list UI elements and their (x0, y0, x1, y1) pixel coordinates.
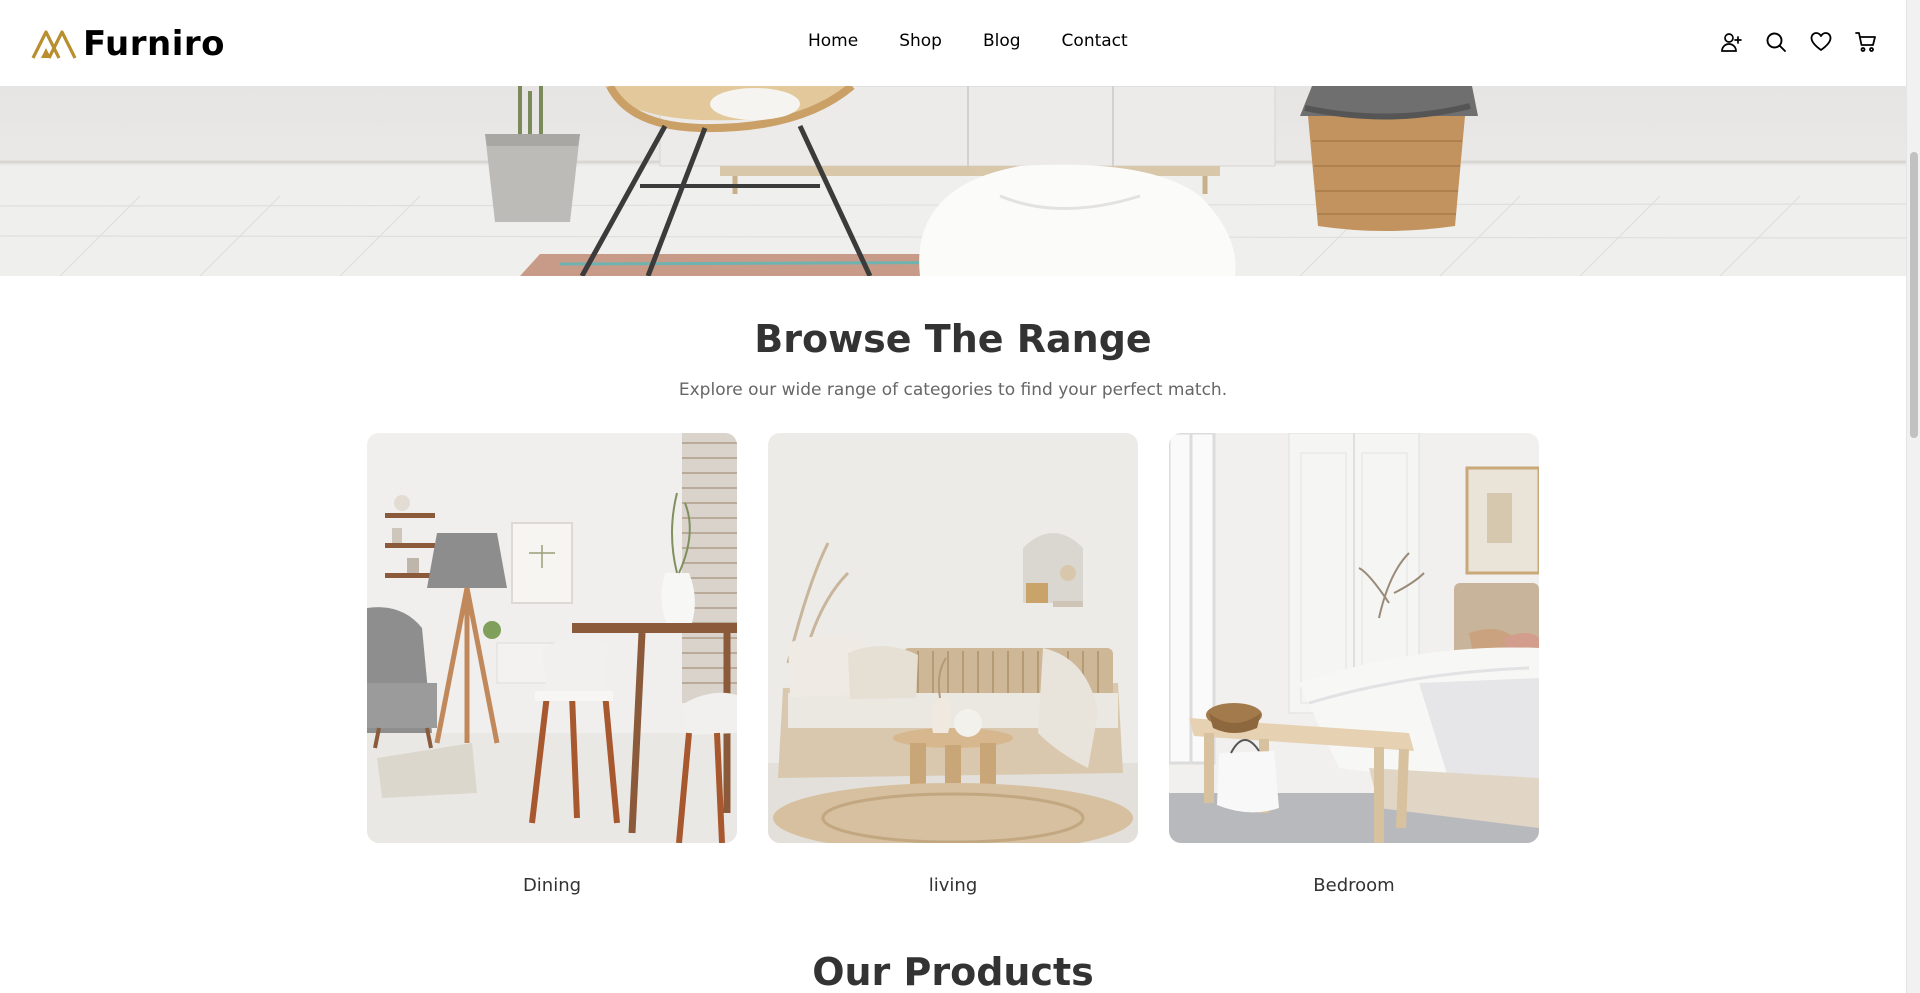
living-image (768, 433, 1138, 843)
page-scrollbar[interactable] (1906, 0, 1920, 993)
heart-icon[interactable] (1808, 29, 1833, 54)
main-nav: Home Shop Blog Contact (808, 31, 1128, 51)
user-plus-icon[interactable] (1718, 29, 1743, 54)
logo-text: Furniro (83, 24, 225, 64)
category-label-bedroom: Bedroom (1313, 875, 1395, 896)
category-label-living: living (928, 875, 978, 896)
category-cards: Dining living Bedroom (367, 433, 1539, 896)
hero-illustration (0, 86, 1906, 276)
cart-icon[interactable] (1853, 29, 1878, 54)
hero-image (0, 86, 1906, 276)
logo[interactable]: Furniro (31, 24, 225, 64)
header-icons (1718, 29, 1878, 54)
dining-image (367, 433, 737, 843)
category-label-dining: Dining (522, 875, 582, 896)
category-card-dining[interactable]: Dining (367, 433, 737, 896)
scrollbar-thumb[interactable] (1910, 152, 1918, 438)
browse-range-subtitle: Explore our wide range of categories to … (678, 380, 1228, 400)
category-card-living[interactable]: living (768, 433, 1138, 896)
nav-contact[interactable]: Contact (1062, 31, 1128, 51)
site-header: Furniro Home Shop Blog Contact (0, 0, 1906, 86)
nav-home[interactable]: Home (808, 31, 858, 51)
category-card-bedroom[interactable]: Bedroom (1169, 433, 1539, 896)
nav-shop[interactable]: Shop (899, 31, 942, 51)
our-products-title: Our Products (812, 950, 1094, 993)
browse-range-title: Browse The Range (754, 317, 1152, 361)
nav-blog[interactable]: Blog (983, 31, 1021, 51)
search-icon[interactable] (1763, 29, 1788, 54)
logo-mark-icon (31, 30, 77, 59)
bedroom-image (1169, 433, 1539, 843)
